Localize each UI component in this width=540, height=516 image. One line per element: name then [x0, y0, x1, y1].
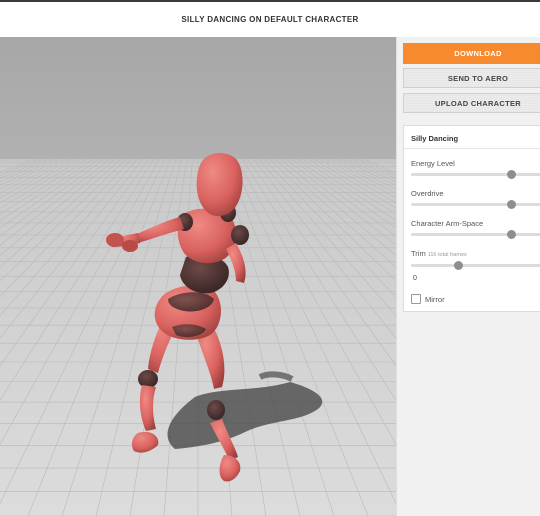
hands [106, 233, 124, 247]
head [196, 153, 243, 217]
overdrive-label: Overdrive [411, 189, 444, 198]
sky-backdrop [0, 37, 396, 159]
sidebar: DOWNLOAD SEND TO AERO UPLOAD CHARACTER S… [396, 37, 540, 516]
send-to-aero-button[interactable]: SEND TO AERO [403, 68, 540, 88]
trim-label: Trim 116 total frames [411, 249, 467, 258]
panel-divider [404, 148, 540, 149]
trim-handle[interactable] [453, 261, 463, 270]
mirror-checkbox[interactable] [411, 294, 421, 304]
trim-label-text: Trim [411, 249, 426, 258]
trim-slider[interactable] [411, 261, 540, 270]
energy-level-label: Energy Level [411, 159, 455, 168]
right-knee [138, 370, 158, 388]
arm-space-label: Character Arm-Space [411, 219, 484, 228]
energy-level-handle[interactable] [506, 170, 516, 179]
page-title: SILLY DANCING ON DEFAULT CHARACTER [181, 15, 359, 24]
download-button[interactable]: DOWNLOAD [403, 43, 540, 64]
arm-space-slider[interactable] [411, 230, 540, 239]
overdrive-slider[interactable] [411, 200, 540, 209]
animation-settings-panel: Silly Dancing Energy Level Overdrive Cha… [403, 125, 540, 312]
energy-level-slider[interactable] [411, 170, 540, 179]
trim-frame-count: 116 total frames [427, 252, 467, 258]
trim-value: 0 [413, 275, 417, 282]
upload-character-button[interactable]: UPLOAD CHARACTER [403, 93, 540, 113]
3d-viewport[interactable] [0, 37, 396, 516]
overdrive-handle[interactable] [506, 200, 516, 209]
left-shoulder [231, 225, 249, 245]
left-hand [122, 240, 138, 252]
arm-space-handle[interactable] [506, 230, 516, 239]
left-knee [207, 400, 225, 420]
panel-title: Silly Dancing [411, 134, 459, 143]
mirror-option[interactable]: Mirror [411, 294, 445, 304]
app-header: SILLY DANCING ON DEFAULT CHARACTER [0, 2, 540, 38]
mirror-label: Mirror [425, 294, 445, 304]
